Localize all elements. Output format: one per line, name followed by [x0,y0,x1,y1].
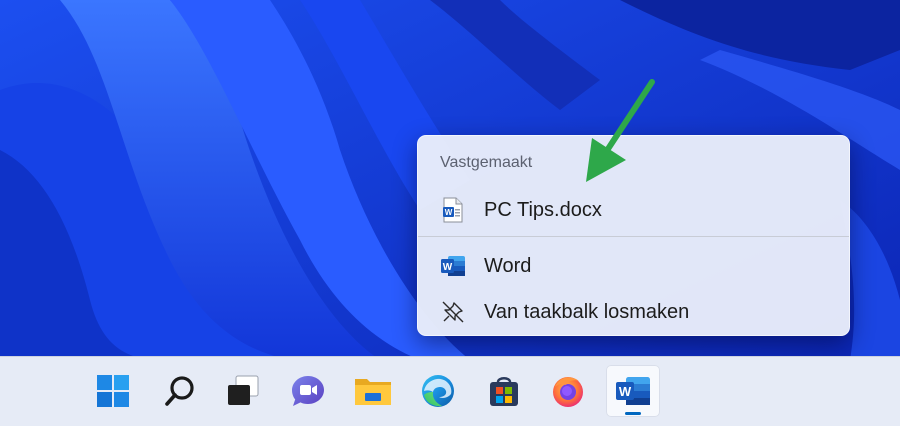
desktop: Vastgemaakt W PC Tips.docx W Word Van ta… [0,0,900,426]
pinned-item-pc-tips-docx[interactable]: W PC Tips.docx [424,190,845,230]
microsoft-store-icon [490,377,518,406]
folder-icon [355,379,391,405]
task-view-button[interactable] [216,365,270,417]
store-button[interactable] [477,365,531,417]
word-taskbar-button[interactable]: W [606,365,660,417]
word-app-icon: W [440,253,466,279]
edge-button[interactable] [411,365,465,417]
chat-button[interactable] [281,365,335,417]
search-button[interactable] [153,365,207,417]
unpin-task-label: Van taakbalk losmaken [484,300,690,323]
word-task-label: Word [484,254,532,277]
open-word-app-item[interactable]: W Word [424,246,845,286]
search-icon [165,376,194,406]
menu-divider [418,236,849,237]
start-button[interactable] [86,365,140,417]
pinned-item-label: PC Tips.docx [484,198,602,221]
svg-text:W: W [445,208,453,217]
svg-text:W: W [443,262,453,273]
svg-text:W: W [619,384,632,399]
unpin-icon [440,299,466,325]
firefox-icon [553,377,583,407]
firefox-button[interactable] [541,365,595,417]
active-app-indicator [625,412,641,415]
file-explorer-button[interactable] [346,365,400,417]
word-app-icon: W [616,377,650,405]
pinned-section-title: Vastgemaakt [440,154,533,171]
unpin-from-taskbar-item[interactable]: Van taakbalk losmaken [424,292,845,332]
annotation-arrow-icon [586,79,655,182]
windows-start-icon [97,375,129,407]
teams-chat-icon [292,376,324,406]
task-view-icon [228,375,259,405]
taskbar: W [0,356,900,426]
word-document-icon: W [440,197,466,223]
edge-browser-icon [422,375,454,407]
